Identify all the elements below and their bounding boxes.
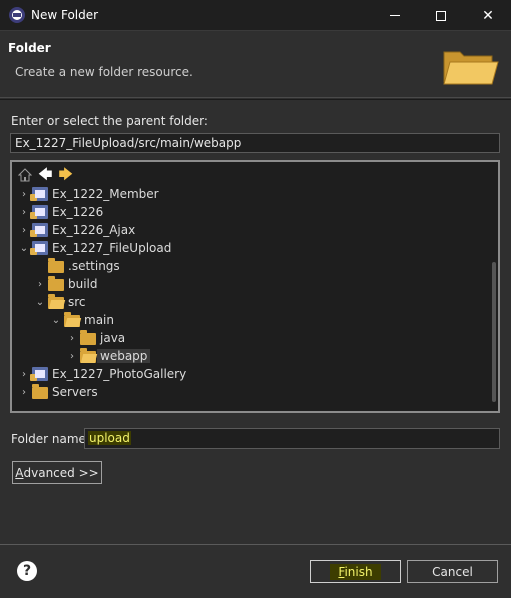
tree-item-ex-1222-member[interactable]: › Ex_1222_Member: [12, 185, 492, 203]
advanced-button[interactable]: Advanced >>: [12, 461, 102, 484]
folder-icon: [48, 276, 64, 291]
folder-tree[interactable]: 🡄 🡆 › Ex_1222_Member › Ex_1226 › Ex_1226_Ajax…: [10, 160, 500, 413]
tree-item-label: Ex_1226_Ajax: [52, 223, 136, 237]
help-icon[interactable]: ?: [17, 561, 37, 581]
collapsed-chevron-icon[interactable]: ›: [66, 333, 78, 344]
parent-folder-input[interactable]: [10, 133, 500, 153]
tree-item-label: Ex_1227_PhotoGallery: [52, 367, 187, 381]
title-bar: New Folder ✕: [0, 0, 511, 31]
wizard-description: Create a new folder resource.: [15, 65, 193, 79]
tree-item-settings[interactable]: .settings: [12, 257, 492, 275]
wizard-header: Folder Create a new folder resource.: [0, 32, 511, 98]
tree-item-label: Ex_1226: [52, 205, 104, 219]
folder-name-value: upload: [88, 431, 131, 445]
eclipse-app-icon: [9, 7, 25, 23]
tree-item-build[interactable]: › build: [12, 275, 492, 293]
tree-item-src[interactable]: ⌄ src: [12, 293, 492, 311]
parent-folder-label: Enter or select the parent folder:: [11, 114, 208, 128]
tree-item-label: main: [84, 313, 114, 327]
folder-name-input[interactable]: upload: [84, 428, 500, 449]
tree-item-label: java: [100, 331, 126, 345]
close-icon: ✕: [482, 7, 494, 24]
expanded-chevron-icon[interactable]: ⌄: [18, 243, 30, 254]
tree-item-label: src: [68, 295, 86, 309]
tree-item-java[interactable]: › java: [12, 329, 492, 347]
close-button[interactable]: ✕: [465, 0, 511, 31]
collapsed-chevron-icon[interactable]: ›: [66, 351, 78, 362]
folder-icon: [48, 294, 64, 309]
forward-arrow-icon[interactable]: 🡆: [58, 168, 72, 182]
window-title: New Folder: [31, 8, 99, 22]
help-glyph: ?: [22, 563, 32, 579]
footer-divider: [0, 544, 511, 545]
tree-toolbar: 🡄 🡆: [18, 166, 73, 184]
minimize-icon: [390, 15, 400, 16]
finish-rest: inish: [344, 564, 373, 579]
tree-item-label: Ex_1227_FileUpload: [52, 241, 172, 255]
tree-item-main[interactable]: ⌄ main: [12, 311, 492, 329]
tree-item-ex-1226[interactable]: › Ex_1226: [12, 203, 492, 221]
tree-scrollbar[interactable]: [492, 262, 496, 402]
cancel-button[interactable]: Cancel: [407, 560, 498, 583]
advanced-label: dvanced >>: [23, 465, 99, 480]
finish-label: Finish: [330, 563, 381, 580]
maximize-button[interactable]: [418, 0, 464, 31]
project-icon: [30, 223, 48, 237]
tree-item-servers[interactable]: › Servers: [12, 383, 492, 401]
tree-item-webapp[interactable]: › webapp: [12, 347, 492, 365]
back-arrow-icon[interactable]: 🡄: [38, 168, 52, 182]
folder-icon: [32, 384, 48, 399]
folder-name-label: Folder name:: [11, 432, 90, 446]
project-icon: [30, 367, 48, 381]
tree-item-label: build: [68, 277, 98, 291]
folder-icon: [48, 258, 64, 273]
open-folder-icon: [443, 51, 499, 85]
folder-icon: [80, 348, 96, 363]
collapsed-chevron-icon[interactable]: ›: [18, 387, 30, 398]
advanced-mnemonic: A: [15, 465, 24, 480]
folder-icon: [80, 330, 96, 345]
maximize-icon: [436, 10, 446, 21]
finish-button[interactable]: Finish: [310, 560, 401, 583]
collapsed-chevron-icon[interactable]: ›: [18, 189, 30, 200]
expanded-chevron-icon[interactable]: ⌄: [50, 315, 62, 326]
tree-item-ex-1226-ajax[interactable]: › Ex_1226_Ajax: [12, 221, 492, 239]
expanded-chevron-icon[interactable]: ⌄: [34, 297, 46, 308]
tree-item-ex-1227-photogallery[interactable]: › Ex_1227_PhotoGallery: [12, 365, 492, 383]
project-icon: [30, 187, 48, 201]
tree-item-label: Ex_1222_Member: [52, 187, 159, 201]
collapsed-chevron-icon[interactable]: ›: [18, 207, 30, 218]
wizard-title: Folder: [8, 41, 51, 55]
home-icon[interactable]: [18, 168, 32, 182]
collapsed-chevron-icon[interactable]: ›: [34, 279, 46, 290]
tree-item-label: .settings: [68, 259, 120, 273]
collapsed-chevron-icon[interactable]: ›: [18, 369, 30, 380]
collapsed-chevron-icon[interactable]: ›: [18, 225, 30, 236]
project-icon: [30, 241, 48, 255]
tree-item-label: webapp: [97, 349, 151, 363]
minimize-button[interactable]: [372, 0, 418, 31]
header-divider: [0, 99, 511, 100]
folder-icon: [64, 312, 80, 327]
tree-item-ex-1227-fileupload[interactable]: ⌄ Ex_1227_FileUpload: [12, 239, 492, 257]
project-icon: [30, 205, 48, 219]
tree-item-label: Servers: [52, 385, 98, 399]
